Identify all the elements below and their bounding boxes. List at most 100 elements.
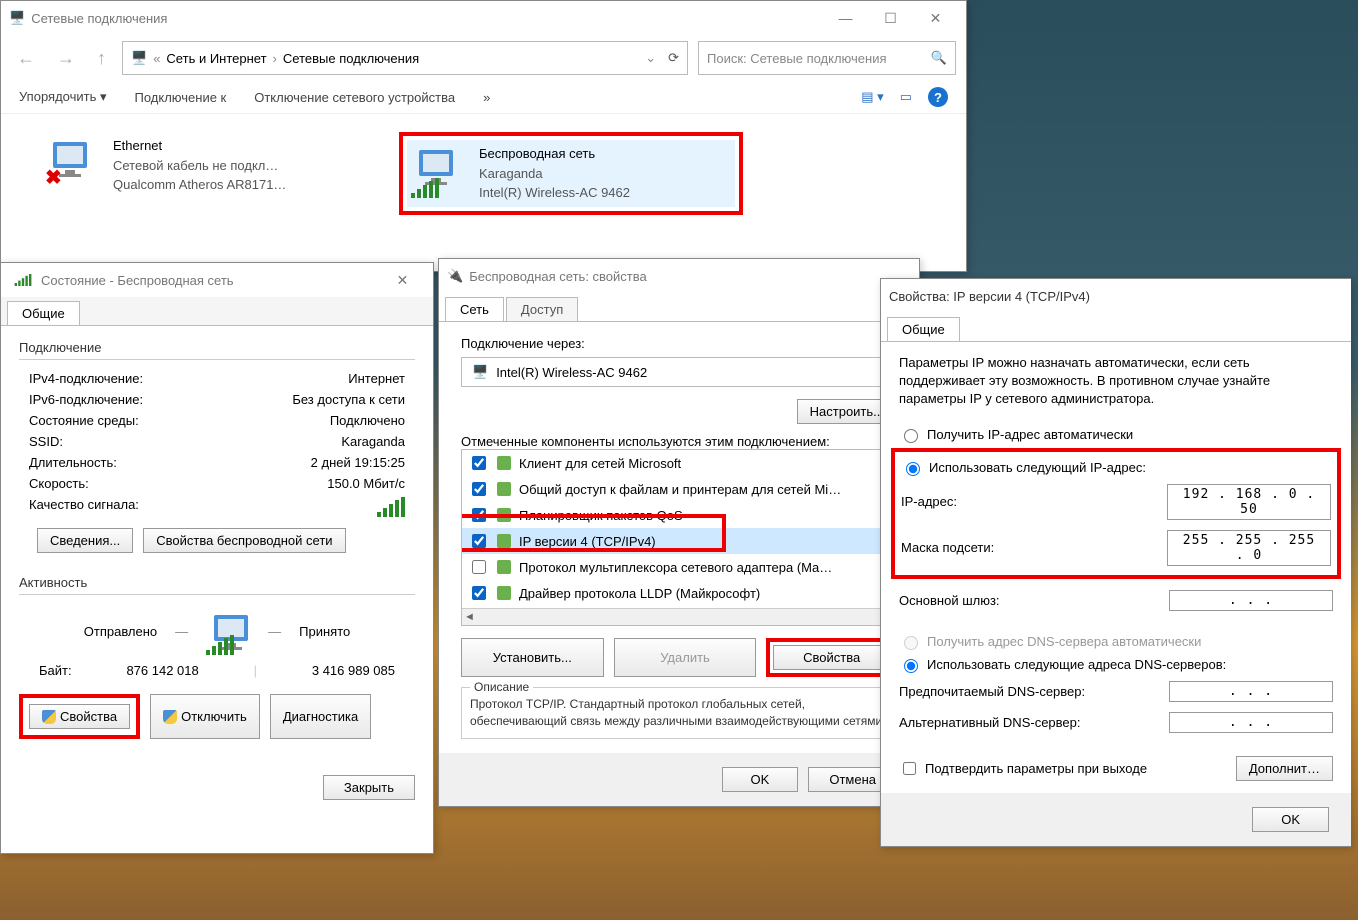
radio-auto-ip[interactable]: Получить IP-адрес автоматически [899, 423, 1333, 446]
remove-button[interactable]: Удалить [614, 638, 757, 677]
search-input[interactable]: Поиск: Сетевые подключения 🔍 [698, 41, 956, 75]
maximize-button[interactable]: ☐ [868, 5, 913, 31]
more-menu[interactable]: » [483, 90, 490, 105]
radio-label: Получить IP-адрес автоматически [927, 427, 1133, 442]
validate-checkbox[interactable]: Подтвердить параметры при выходе [899, 759, 1147, 778]
value: 2 дней 19:15:25 [311, 455, 405, 470]
component-item[interactable]: Клиент для сетей Microsoft [462, 450, 896, 476]
close-button[interactable]: Закрыть [323, 775, 415, 800]
value: Karaganda [341, 434, 405, 449]
tab-access[interactable]: Доступ [506, 297, 578, 321]
disable-device-button[interactable]: Отключение сетевого устройства [254, 90, 455, 105]
ip-input[interactable]: 192 . 168 . 0 . 50 [1167, 484, 1331, 520]
tab-general[interactable]: Общие [887, 317, 960, 341]
organize-menu[interactable]: Упорядочить ▾ [19, 89, 107, 105]
help-icon[interactable]: ? [928, 87, 948, 107]
back-button[interactable]: ← [11, 48, 41, 69]
connect-to-button[interactable]: Подключение к [135, 90, 227, 105]
radio-label: Использовать следующий IP-адрес: [929, 460, 1146, 475]
address-bar: ← → ↑ 🖥️ « Сеть и Интернет › Сетевые под… [1, 35, 966, 81]
item-label: IP версии 4 (TCP/IPv4) [519, 534, 656, 549]
item-label: Протокол мультиплексора сетевого адаптер… [519, 560, 832, 575]
disable-button[interactable]: Отключить [150, 694, 260, 739]
protocol-icon [497, 534, 511, 548]
radio-auto-dns[interactable]: Получить адрес DNS-сервера автоматически [899, 630, 1333, 653]
recv-value: 3 416 989 085 [312, 663, 395, 678]
radio[interactable] [904, 429, 918, 443]
network-connections-window: 🖥️ Сетевые подключения — ☐ ✕ ← → ↑ 🖥️ « … [0, 0, 967, 272]
checkbox[interactable] [903, 762, 916, 775]
item-name: Ethernet [113, 136, 286, 156]
dropdown-icon[interactable]: ⌄ [645, 50, 656, 66]
checkbox[interactable] [472, 456, 486, 470]
properties-button[interactable]: Свойства [29, 704, 130, 729]
titlebar: Состояние - Беспроводная сеть ✕ [1, 263, 433, 297]
component-item-ipv4[interactable]: IP версии 4 (TCP/IPv4) [462, 528, 896, 554]
radio-static-dns[interactable]: Использовать следующие адреса DNS-сервер… [899, 653, 1333, 676]
checkbox[interactable] [472, 534, 486, 548]
item-status: Karaganda [479, 164, 630, 184]
item-label: Клиент для сетей Microsoft [519, 456, 681, 471]
sent-label: Отправлено [84, 624, 157, 639]
adapter-icon: 🖥️ [472, 364, 488, 380]
checkbox[interactable] [472, 482, 486, 496]
ok-button[interactable]: OK [1252, 807, 1329, 832]
adapter-icon: 🔌 [447, 268, 463, 284]
advanced-button[interactable]: Дополнит… [1236, 756, 1333, 781]
tab-general[interactable]: Общие [7, 301, 80, 325]
radio[interactable] [906, 462, 920, 476]
refresh-icon[interactable]: ⟳ [668, 50, 679, 66]
highlight-wifi: Беспроводная сеть Karaganda Intel(R) Wir… [399, 132, 743, 215]
up-button[interactable]: ↑ [91, 48, 112, 69]
close-button[interactable]: ✕ [380, 267, 425, 293]
ip-label: IP-адрес: [901, 494, 957, 509]
item-name: Беспроводная сеть [479, 144, 630, 164]
protocol-icon [497, 456, 511, 470]
component-item[interactable]: Драйвер протокола LLDP (Майкрософт) [462, 580, 896, 606]
close-button[interactable]: ✕ [913, 5, 958, 31]
command-bar: Упорядочить ▾ Подключение к Отключение с… [1, 81, 966, 114]
radio-static-ip[interactable]: Использовать следующий IP-адрес: [901, 456, 1331, 479]
properties-button[interactable]: Свойства [773, 645, 890, 670]
component-item[interactable]: Планировщик пакетов QoS [462, 502, 896, 528]
adapter-box: 🖥️ Intel(R) Wireless-AC 9462 [461, 357, 897, 387]
gateway-input[interactable]: . . . [1169, 590, 1333, 611]
checkbox[interactable] [472, 560, 486, 574]
ok-button[interactable]: OK [722, 767, 799, 792]
checkbox[interactable] [472, 586, 486, 600]
dns1-input[interactable]: . . . [1169, 681, 1333, 702]
ethernet-item[interactable]: ✖ Ethernet Сетевой кабель не подкл… Qual… [41, 132, 349, 199]
window-title: Состояние - Беспроводная сеть [41, 273, 234, 288]
radio[interactable] [904, 659, 918, 673]
dns1-label: Предпочитаемый DNS-сервер: [899, 684, 1085, 699]
signal-icon [206, 635, 234, 655]
breadcrumb-part[interactable]: Сеть и Интернет [166, 51, 266, 66]
forward-button[interactable]: → [51, 48, 81, 69]
component-item[interactable]: Протокол мультиплексора сетевого адаптер… [462, 554, 896, 580]
label: Скорость: [29, 476, 89, 491]
diagnostics-button[interactable]: Диагностика [270, 694, 371, 739]
wifi-properties-window: 🔌 Беспроводная сеть: свойства Сеть Досту… [438, 258, 920, 807]
tab-network[interactable]: Сеть [445, 297, 504, 321]
mask-input[interactable]: 255 . 255 . 255 . 0 [1167, 530, 1331, 566]
install-button[interactable]: Установить... [461, 638, 604, 677]
checkbox[interactable] [472, 508, 486, 522]
sent-value: 876 142 018 [126, 663, 198, 678]
breadcrumb-part[interactable]: Сетевые подключения [283, 51, 419, 66]
breadcrumb-icon: 🖥️ [131, 50, 147, 66]
scrollbar-horizontal[interactable]: ◄► [462, 608, 896, 625]
component-item[interactable]: Общий доступ к файлам и принтерам для се… [462, 476, 896, 502]
wifi-item[interactable]: Беспроводная сеть Karaganda Intel(R) Wir… [407, 140, 735, 207]
breadcrumb[interactable]: 🖥️ « Сеть и Интернет › Сетевые подключен… [122, 41, 688, 75]
dns2-input[interactable]: . . . [1169, 712, 1333, 733]
description-text: Протокол TCP/IP. Стандартный протокол гл… [470, 697, 886, 728]
wireless-props-button[interactable]: Свойства беспроводной сети [143, 528, 345, 553]
item-label: Драйвер протокола LLDP (Майкрософт) [519, 586, 760, 601]
protocol-icon [497, 508, 511, 522]
view-icon[interactable]: ▤ ▾ [861, 89, 883, 105]
radio [904, 636, 918, 650]
preview-pane-icon[interactable]: ▭ [900, 89, 912, 105]
minimize-button[interactable]: — [823, 5, 868, 31]
dns2-label: Альтернативный DNS-сервер: [899, 715, 1081, 730]
details-button[interactable]: Сведения... [37, 528, 133, 553]
